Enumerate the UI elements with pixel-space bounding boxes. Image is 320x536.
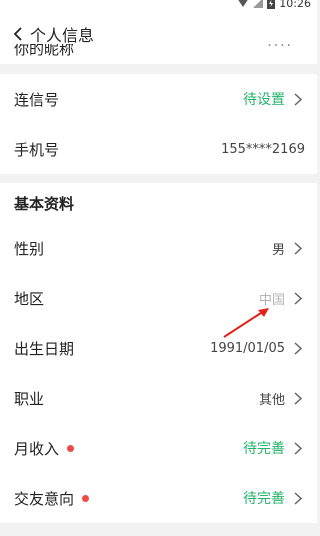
phone-row: 手机号 155****2169	[0, 124, 317, 174]
chevron-right-icon	[291, 441, 305, 455]
chevron-right-icon	[291, 241, 305, 255]
birthdate-label: 出生日期	[14, 339, 75, 358]
chevron-left-icon	[13, 27, 22, 41]
status-icons: 10:26	[237, 0, 311, 10]
region-label: 地区	[14, 289, 45, 308]
lianxin-id-label: 连信号	[14, 90, 60, 109]
birthdate-row[interactable]: 出生日期 1991/01/05	[0, 323, 317, 373]
battery-charging-icon	[267, 0, 276, 9]
occupation-row[interactable]: 职业 其他	[0, 373, 317, 423]
account-section: 连信号 待设置 手机号 155****2169	[0, 74, 317, 174]
chevron-right-icon	[291, 491, 305, 505]
wifi-icon	[238, 0, 248, 7]
chevron-right-icon	[291, 341, 305, 355]
dating-intention-text: 交友意向	[14, 489, 75, 508]
monthly-income-row[interactable]: 月收入 待完善	[0, 423, 317, 473]
gender-value: 男	[271, 242, 285, 258]
status-time: 10:26	[279, 0, 311, 10]
region-value: 中国	[258, 292, 285, 308]
dating-intention-row[interactable]: 交友意向 待完善	[0, 473, 317, 523]
occupation-value: 其他	[258, 392, 285, 408]
birthdate-value: 1991/01/05	[210, 340, 285, 356]
lianxin-id-row[interactable]: 连信号 待设置	[0, 74, 317, 124]
lianxin-id-value: 待设置	[243, 92, 285, 108]
gender-label: 性别	[14, 239, 45, 258]
phone-label: 手机号	[14, 140, 60, 159]
dating-intention-value: 待完善	[243, 491, 285, 507]
monthly-income-value: 待完善	[243, 441, 285, 457]
dating-intention-label: 交友意向	[14, 488, 90, 509]
gender-row[interactable]: 性别 男	[0, 223, 317, 273]
monthly-income-label: 月收入	[14, 438, 75, 459]
region-row[interactable]: 地区 中国	[0, 273, 317, 323]
nickname-label: 你的昵称	[14, 44, 75, 58]
phone-value: 155****2169	[221, 141, 305, 157]
occupation-label: 职业	[14, 389, 45, 408]
red-dot-badge	[82, 494, 90, 502]
red-dot-badge	[67, 444, 75, 452]
nickname-value: ····	[267, 44, 293, 54]
signal-icon	[253, 0, 264, 8]
chevron-right-icon	[291, 291, 305, 305]
chevron-right-icon	[291, 92, 305, 106]
chevron-right-icon	[291, 391, 305, 405]
section-title: 基本资料	[14, 194, 75, 213]
basic-info-section: 基本资料 性别 男 地区 中国 出生日期 1991/01/05 职业 其他 月收…	[0, 183, 317, 523]
nickname-row[interactable]: 你的昵称 ····	[0, 44, 317, 64]
page-title: 个人信息	[30, 26, 95, 45]
back-button[interactable]	[6, 22, 30, 46]
monthly-income-text: 月收入	[14, 439, 60, 458]
status-bar: 10:26	[0, 0, 317, 12]
